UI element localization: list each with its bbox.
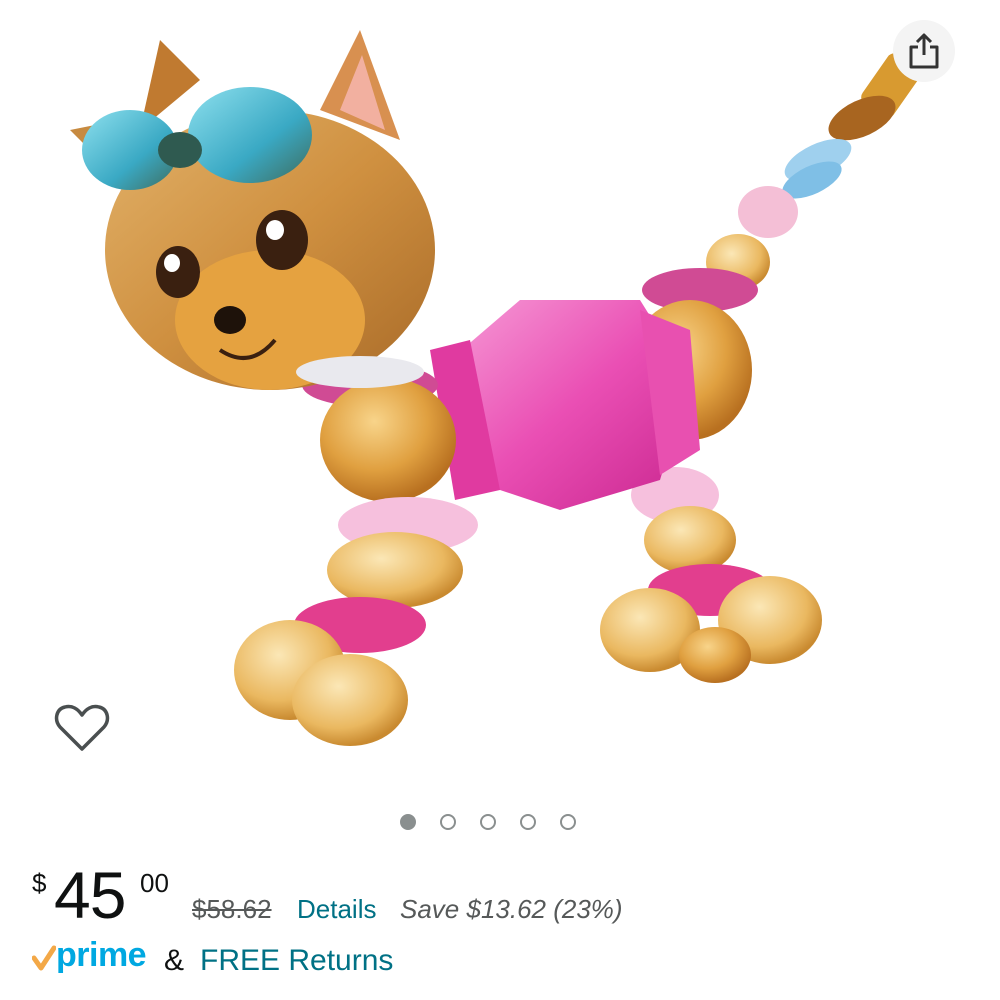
carousel-indicator <box>400 814 576 834</box>
price-whole: 45 <box>54 858 126 932</box>
free-returns-link[interactable]: FREE Returns <box>200 944 393 978</box>
carousel-dot-5[interactable] <box>560 814 576 830</box>
price-currency-symbol: $ <box>32 868 47 898</box>
price-block: $ 45 00 $58.62 Details Save $13.62 (23%) <box>32 858 992 928</box>
share-button[interactable] <box>893 20 955 82</box>
savings-text: Save $13.62 (23%) <box>400 894 623 924</box>
carousel-dot-1[interactable] <box>400 814 416 830</box>
wishlist-button[interactable] <box>50 698 114 758</box>
prime-check-icon <box>32 945 56 971</box>
shipping-block: prime & FREE Returns <box>32 936 932 986</box>
carousel-dot-4[interactable] <box>520 814 536 830</box>
list-price: $58.62 <box>192 894 272 924</box>
shipping-ampersand: & <box>164 944 185 977</box>
price-details-link[interactable]: Details <box>297 894 376 925</box>
price-fraction: 00 <box>140 868 169 898</box>
carousel-dot-2[interactable] <box>440 814 456 830</box>
heart-icon <box>54 704 110 751</box>
carousel-dot-3[interactable] <box>480 814 496 830</box>
product-image[interactable] <box>0 0 1000 800</box>
share-icon <box>909 33 939 69</box>
prime-logo: prime <box>56 936 147 974</box>
